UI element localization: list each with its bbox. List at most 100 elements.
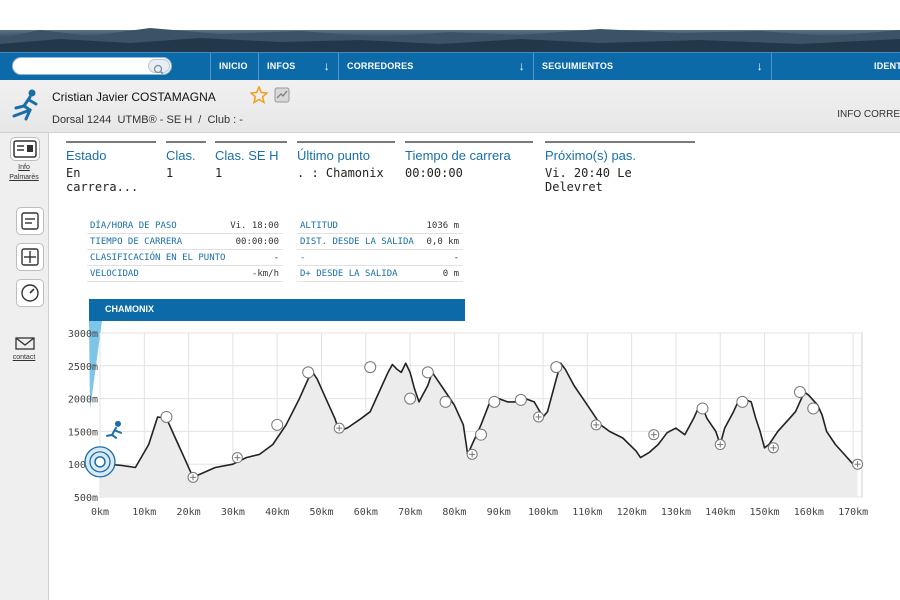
checkpoint-marker bbox=[714, 439, 726, 451]
elevation-line bbox=[99, 362, 858, 479]
runner-position-ring bbox=[89, 451, 111, 473]
chevron-down-icon: ↓ bbox=[756, 59, 763, 73]
detail-row: -- bbox=[297, 250, 463, 266]
chevron-down-icon: ↓ bbox=[518, 59, 525, 73]
grid-view-button[interactable] bbox=[16, 243, 44, 271]
checkpoint-marker bbox=[488, 395, 501, 408]
chevron-down-icon: ↓ bbox=[323, 59, 330, 73]
detail-row: CLASIFICACIÓN EN EL PUNTO - bbox=[87, 250, 283, 266]
checkpoint-marker bbox=[333, 422, 345, 434]
detail-key: VELOCIDAD bbox=[90, 269, 139, 279]
runner-position-ring bbox=[84, 446, 116, 478]
checkpoint-marker bbox=[736, 395, 749, 408]
header-banner bbox=[0, 0, 900, 52]
main-navbar: INICIO INFOS ↓ CORREDORES ↓ SEGUIMIENTOS ↓ … bbox=[0, 52, 900, 81]
x-tick-label: 40km bbox=[265, 507, 289, 518]
checkpoint-marker bbox=[514, 393, 527, 406]
detail-value: 1036 m bbox=[426, 221, 459, 231]
checkpoint-marker bbox=[767, 442, 779, 454]
elevation-area bbox=[100, 363, 858, 497]
status-value: Vi. 20:40 Le Delevret bbox=[545, 166, 632, 194]
x-tick-label: 90km bbox=[487, 507, 511, 518]
checkpoint-marker bbox=[533, 411, 545, 423]
detail-key: DIST. DESDE LA SALIDA bbox=[300, 237, 414, 247]
checkpoint-pointer bbox=[89, 321, 102, 410]
status-header: Último punto bbox=[297, 148, 370, 163]
detail-row: DIST. DESDE LA SALIDA 0,0 km bbox=[297, 234, 463, 250]
status-header: Estado bbox=[66, 148, 107, 163]
club: Club : - bbox=[207, 114, 243, 126]
palmares-label[interactable]: Palmarès bbox=[0, 173, 48, 182]
search-button[interactable] bbox=[148, 59, 170, 75]
y-tick-label: 1000m bbox=[68, 460, 98, 471]
x-tick-label: 100km bbox=[528, 507, 558, 518]
nav-infos[interactable]: INFOS ↓ bbox=[258, 53, 338, 80]
checkpoint-marker bbox=[475, 428, 487, 441]
checkpoint-marker bbox=[648, 429, 660, 441]
runner-icon bbox=[12, 89, 38, 121]
bib-number: Dorsal 1244 bbox=[52, 114, 112, 126]
nav-seguimientos[interactable]: SEGUIMIENTOS ↓ bbox=[533, 53, 771, 80]
detail-row: ALTITUD 1036 m bbox=[297, 218, 463, 234]
checkpoint-marker bbox=[187, 471, 199, 483]
info-runner-link[interactable]: INFO CORRE bbox=[837, 109, 900, 120]
checkpoint-marker bbox=[550, 361, 563, 374]
y-tick-label: 3000m bbox=[68, 329, 98, 340]
detail-key: D+ DESDE LA SALIDA bbox=[300, 269, 398, 279]
x-tick-label: 70km bbox=[398, 507, 422, 518]
status-estado: Estado En carrera... bbox=[66, 141, 156, 194]
contact-link[interactable]: contact bbox=[0, 353, 48, 362]
status-clas: Clas. 1 bbox=[166, 141, 206, 180]
x-tick-label: 110km bbox=[572, 507, 602, 518]
nav-inicio[interactable]: INICIO bbox=[210, 53, 258, 80]
checkpoint-name-bar: CHAMONIX bbox=[89, 299, 465, 321]
checkpoint-marker bbox=[439, 395, 452, 408]
compare-icon[interactable] bbox=[274, 87, 290, 103]
y-tick-label: 2000m bbox=[68, 395, 98, 406]
x-tick-label: 140km bbox=[705, 507, 735, 518]
detail-row: TIEMPO DE CARRERA 00:00:00 bbox=[87, 234, 283, 250]
nav-corredores[interactable]: CORREDORES ↓ bbox=[338, 53, 533, 80]
x-tick-label: 80km bbox=[442, 507, 466, 518]
speed-view-button[interactable] bbox=[16, 279, 44, 307]
checkpoint-marker bbox=[404, 392, 417, 405]
detail-key: CLASIFICACIÓN EN EL PUNTO bbox=[90, 253, 226, 263]
chart-view-button[interactable] bbox=[16, 207, 44, 235]
checkpoint-marker bbox=[852, 458, 864, 470]
detail-value: -km/h bbox=[251, 269, 279, 279]
detail-value: 00:00:00 bbox=[235, 237, 279, 247]
runner-details: Dorsal 1244 UTMB® - SE H / Club : - bbox=[52, 114, 243, 126]
nav-ident-label: IDENT bbox=[874, 61, 900, 71]
status-value: 1 bbox=[215, 166, 223, 180]
race-category: UTMB® - SE H bbox=[117, 114, 193, 126]
status-value: 00:00:00 bbox=[405, 166, 463, 180]
y-tick-label: 2500m bbox=[68, 362, 98, 373]
search-box bbox=[12, 57, 172, 75]
detail-row: DÍA/HORA DE PASO Vi. 18:00 bbox=[87, 218, 283, 234]
nav-ident[interactable]: IDENT bbox=[771, 53, 900, 80]
checkpoint-marker bbox=[696, 402, 709, 415]
checkpoint-marker bbox=[231, 452, 243, 464]
info-label[interactable]: Info bbox=[0, 163, 48, 172]
x-tick-label: 120km bbox=[617, 507, 647, 518]
detail-row: VELOCIDAD -km/h bbox=[87, 266, 283, 282]
plot-area bbox=[99, 332, 863, 498]
status-header: Tiempo de carrera bbox=[405, 148, 511, 163]
favorite-star-icon[interactable] bbox=[250, 86, 268, 104]
search-input[interactable] bbox=[21, 59, 151, 73]
x-tick-label: 50km bbox=[309, 507, 333, 518]
info-palmares-button[interactable] bbox=[10, 137, 40, 161]
x-tick-label: 130km bbox=[661, 507, 691, 518]
detail-key: ALTITUD bbox=[300, 221, 338, 231]
checkpoint-detail: DÍA/HORA DE PASO Vi. 18:00 TIEMPO DE CARR… bbox=[87, 218, 465, 296]
x-tick-label: 160km bbox=[794, 507, 824, 518]
detail-value: Vi. 18:00 bbox=[230, 221, 279, 231]
separator: / bbox=[198, 114, 202, 126]
detail-value: - bbox=[273, 253, 279, 263]
checkpoint-marker bbox=[271, 418, 284, 431]
detail-value: - bbox=[453, 253, 459, 263]
status-header: Próximo(s) pas. bbox=[545, 148, 637, 163]
detail-key: TIEMPO DE CARRERA bbox=[90, 237, 183, 247]
envelope-icon[interactable] bbox=[15, 336, 35, 350]
checkpoint-marker bbox=[160, 410, 173, 423]
